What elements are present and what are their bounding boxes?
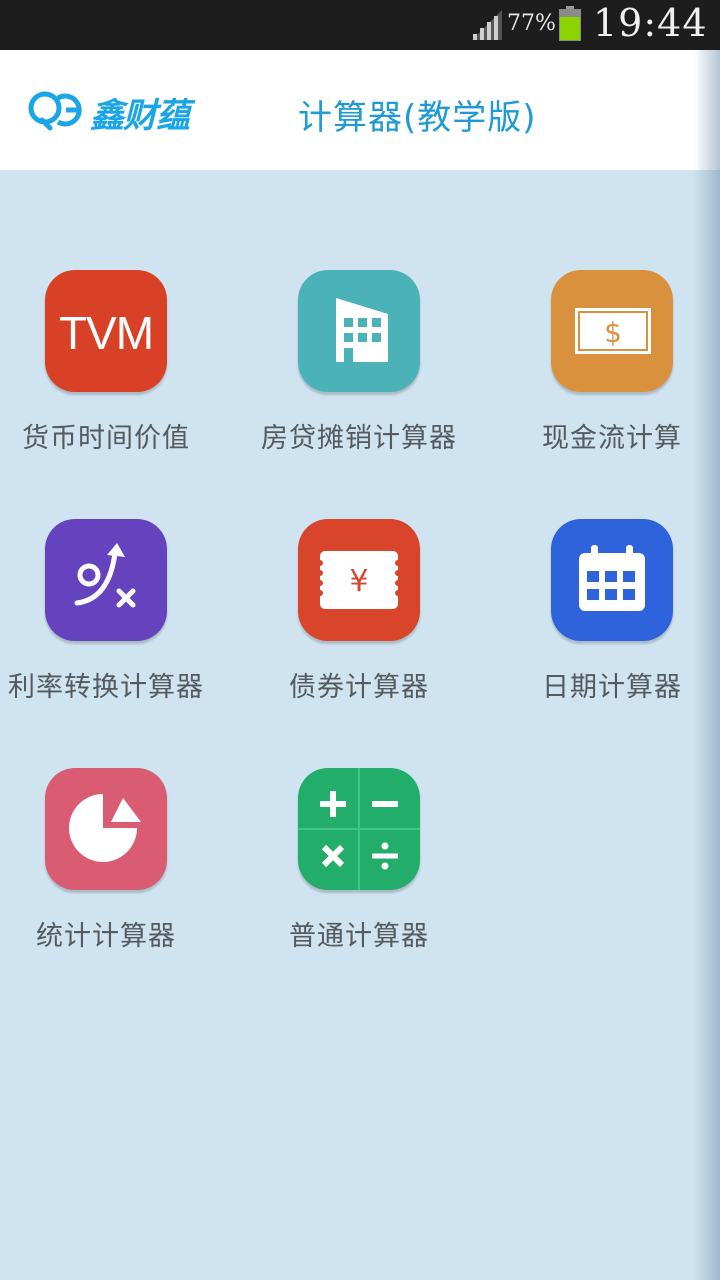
tile-label: 债券计算器: [289, 672, 429, 703]
tile-bond[interactable]: ¥ 债券计算器: [244, 519, 474, 729]
tile-label: 房贷摊销计算器: [261, 423, 457, 454]
svg-text:$: $: [604, 316, 622, 349]
banknote-icon: $: [551, 270, 673, 392]
tvm-icon-text: TVM: [58, 307, 154, 359]
pie-chart-icon: [45, 768, 167, 890]
page-title: 计算器(教学版): [298, 98, 537, 138]
tvm-icon: TVM: [45, 270, 167, 392]
signal-icon: [472, 10, 502, 40]
tile-date[interactable]: 日期计算器: [497, 519, 720, 729]
app-header: 鑫财蕴 计算器(教学版): [0, 50, 720, 170]
battery-icon: [559, 6, 581, 41]
tile-tvm[interactable]: TVM 货币时间价值: [0, 270, 221, 480]
tile-cash-flow[interactable]: $ 现金流计算: [497, 270, 720, 480]
svg-text:¥: ¥: [349, 564, 368, 599]
calendar-icon: [551, 519, 673, 641]
status-bar: 77% 19:44: [0, 0, 720, 50]
tile-rate-conversion[interactable]: 利率转换计算器: [0, 519, 221, 729]
building-icon: [298, 270, 420, 392]
battery-percent: 77%: [507, 11, 556, 36]
rate-convert-icon: [45, 519, 167, 641]
bond-ticket-icon: ¥: [298, 519, 420, 641]
tile-basic-calculator[interactable]: 普通计算器: [244, 768, 474, 978]
tile-label: 普通计算器: [289, 921, 429, 952]
tile-mortgage-amortization[interactable]: 房贷摊销计算器: [244, 270, 474, 480]
calculator-icon: [298, 768, 420, 890]
tile-statistics[interactable]: 统计计算器: [0, 768, 221, 978]
clock: 19:44: [593, 1, 708, 45]
logo-text: 鑫财蕴: [90, 96, 190, 136]
logo-icon: [28, 91, 82, 131]
tile-label: 现金流计算: [542, 423, 682, 454]
tile-label: 日期计算器: [542, 672, 682, 703]
